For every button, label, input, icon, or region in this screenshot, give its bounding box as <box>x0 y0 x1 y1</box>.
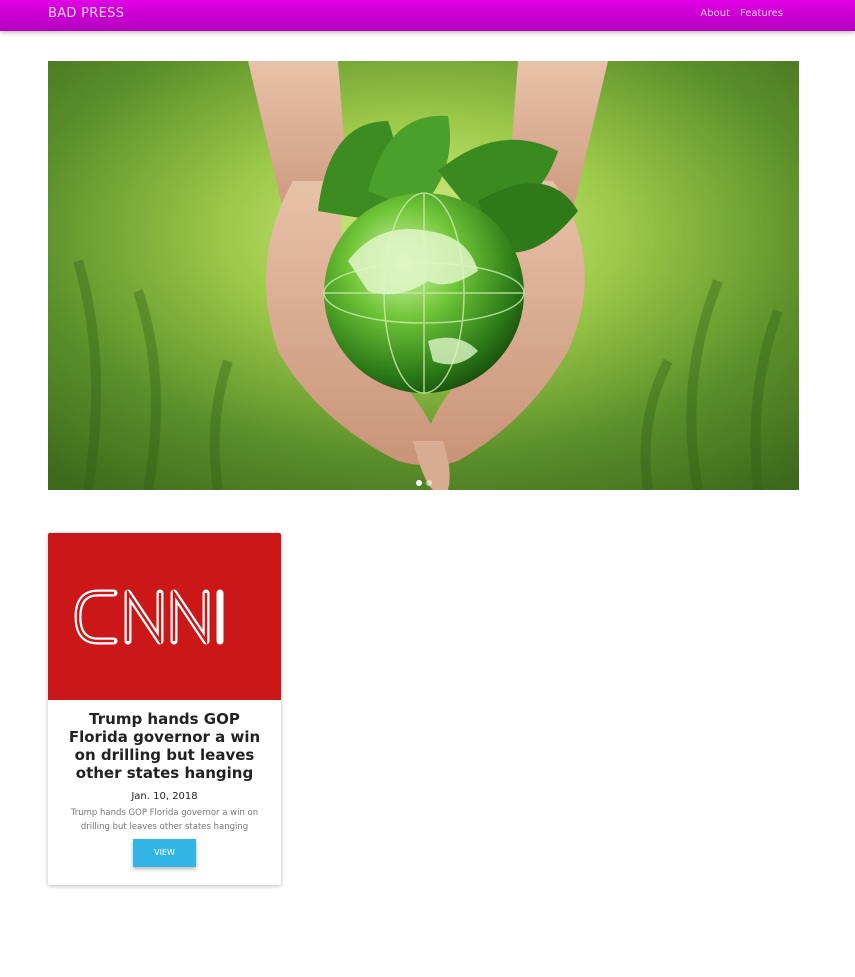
carousel-dot-1[interactable] <box>415 480 422 486</box>
article-source-logo <box>48 533 281 700</box>
article-card: Trump hands GOP Florida governor a win o… <box>48 533 281 885</box>
article-card-body: Trump hands GOP Florida governor a win o… <box>48 700 281 867</box>
cnn-logo-icon <box>74 588 224 645</box>
article-title: Trump hands GOP Florida governor a win o… <box>68 710 261 782</box>
brand-link[interactable]: BAD PRESS <box>48 6 124 21</box>
article-description: Trump hands GOP Florida governor a win o… <box>70 808 259 832</box>
nav-link-features[interactable]: Features <box>740 8 783 19</box>
article-date: Jan. 10, 2018 <box>131 791 198 802</box>
hero-image <box>48 61 799 490</box>
view-article-button[interactable]: VIEW <box>133 839 196 867</box>
nav-links: About Features <box>700 8 783 19</box>
carousel-dot-2[interactable] <box>425 480 432 486</box>
nav-link-about[interactable]: About <box>700 8 730 19</box>
top-navbar: BAD PRESS About Features <box>0 0 855 31</box>
hero-carousel[interactable] <box>48 61 799 490</box>
carousel-indicators <box>48 480 799 486</box>
